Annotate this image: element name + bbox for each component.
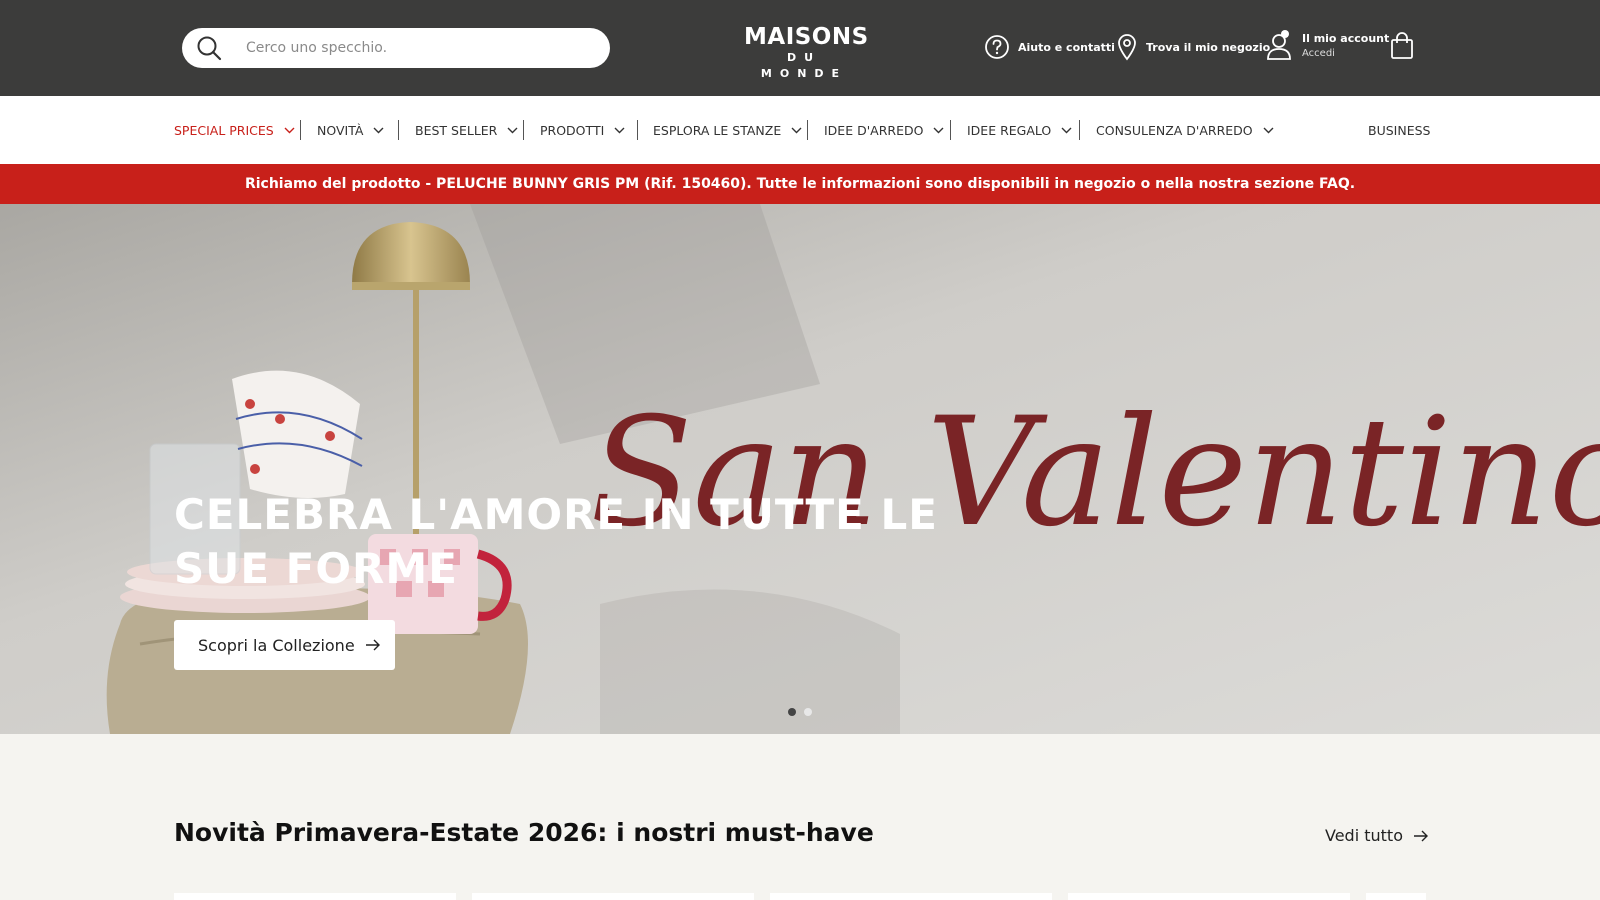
chevron-down-icon (507, 127, 518, 133)
nav-special-prices[interactable]: SPECIAL PRICES (174, 120, 295, 140)
shopping-bag-icon[interactable] (1390, 32, 1414, 60)
nav-business[interactable]: BUSINESS (1368, 120, 1430, 140)
carousel-dot-2[interactable] (804, 708, 812, 716)
chevron-down-icon (1061, 127, 1072, 133)
user-icon (1267, 30, 1291, 60)
carousel-dot-1[interactable] (788, 708, 796, 716)
discover-collection-button[interactable]: Scopri la Collezione (174, 620, 395, 670)
product-card[interactable] (1366, 893, 1426, 900)
hero-title: CELEBRA L'AMORE IN TUTTE LE SUE FORME (174, 490, 938, 593)
help-contact-link[interactable]: Aiuto e contatti (984, 32, 1115, 62)
logo-line2: DU MONDE (760, 51, 848, 80)
logo[interactable]: MAISONS DU MONDE (744, 24, 869, 80)
find-store-link[interactable]: Trova il mio negozio (1116, 32, 1270, 62)
account-label: Il mio account (1302, 32, 1390, 45)
arrow-right-icon (1413, 830, 1428, 841)
chevron-down-icon (284, 127, 295, 133)
search-icon[interactable] (196, 35, 222, 61)
product-recall-banner[interactable]: Richiamo del prodotto - PELUCHE BUNNY GR… (0, 164, 1600, 204)
nav-label: BEST SELLER (415, 122, 498, 138)
top-header: MAISONS DU MONDE Aiuto e contatti Trova … (0, 0, 1600, 96)
nav-divider (807, 120, 808, 140)
logo-line1: MAISONS (744, 24, 869, 50)
nav-consulenza-arredo[interactable]: CONSULENZA D'ARREDO (1096, 120, 1274, 140)
chevron-down-icon (791, 127, 802, 133)
chevron-down-icon (614, 127, 625, 133)
nav-divider (950, 120, 951, 140)
account-link[interactable]: Il mio account Accedi (1266, 28, 1389, 64)
search-input[interactable] (246, 36, 586, 60)
chevron-down-icon (1263, 127, 1274, 133)
nav-label: IDEE REGALO (967, 122, 1052, 138)
product-card[interactable] (770, 893, 1052, 900)
nav-prodotti[interactable]: PRODOTTI (540, 120, 625, 140)
arrow-right-icon (365, 639, 380, 651)
nav-label: NOVITÀ (317, 122, 364, 138)
nav-label: PRODOTTI (540, 122, 605, 138)
product-card[interactable] (1068, 893, 1350, 900)
help-label: Aiuto e contatti (1018, 40, 1115, 54)
nav-divider (523, 120, 524, 140)
nav-esplora-stanze[interactable]: ESPLORA LE STANZE (653, 120, 802, 140)
see-all-label: Vedi tutto (1325, 826, 1403, 845)
nav-divider (398, 120, 399, 140)
hero-banner: San Valentino CELEBRA L'AMORE IN TUTTE L… (0, 204, 1600, 734)
nav-novita[interactable]: NOVITÀ (317, 120, 384, 140)
cta-label: Scopri la Collezione (198, 635, 355, 655)
chevron-down-icon (933, 127, 944, 133)
see-all-link[interactable]: Vedi tutto (1325, 826, 1429, 845)
nav-divider (1079, 120, 1080, 140)
recall-text: Richiamo del prodotto - PELUCHE BUNNY GR… (244, 176, 1356, 192)
nav-divider (637, 120, 638, 140)
nav-label: SPECIAL PRICES (174, 122, 274, 138)
nav-label: CONSULENZA D'ARREDO (1096, 122, 1253, 138)
nav-idee-regalo[interactable]: IDEE REGALO (967, 120, 1072, 140)
store-label: Trova il mio negozio (1146, 40, 1271, 54)
product-card[interactable] (174, 893, 456, 900)
section-title: Novità Primavera-Estate 2026: i nostri m… (174, 818, 874, 847)
nav-label: ESPLORA LE STANZE (653, 122, 782, 138)
nav-divider (300, 120, 301, 140)
search-bar[interactable] (182, 28, 610, 68)
product-card[interactable] (472, 893, 754, 900)
nav-best-seller[interactable]: BEST SELLER (415, 120, 518, 140)
nav-label: BUSINESS (1368, 122, 1431, 138)
carousel-dots (788, 708, 812, 716)
help-icon (985, 35, 1009, 59)
location-pin-icon (1118, 34, 1136, 61)
account-sub-label: Accedi (1302, 48, 1335, 59)
nav-label: IDEE D'ARREDO (824, 122, 924, 138)
nav-idee-arredo[interactable]: IDEE D'ARREDO (824, 120, 944, 140)
chevron-down-icon (373, 127, 384, 133)
main-nav: SPECIAL PRICES NOVITÀ BEST SELLER PRODOT… (0, 96, 1600, 164)
